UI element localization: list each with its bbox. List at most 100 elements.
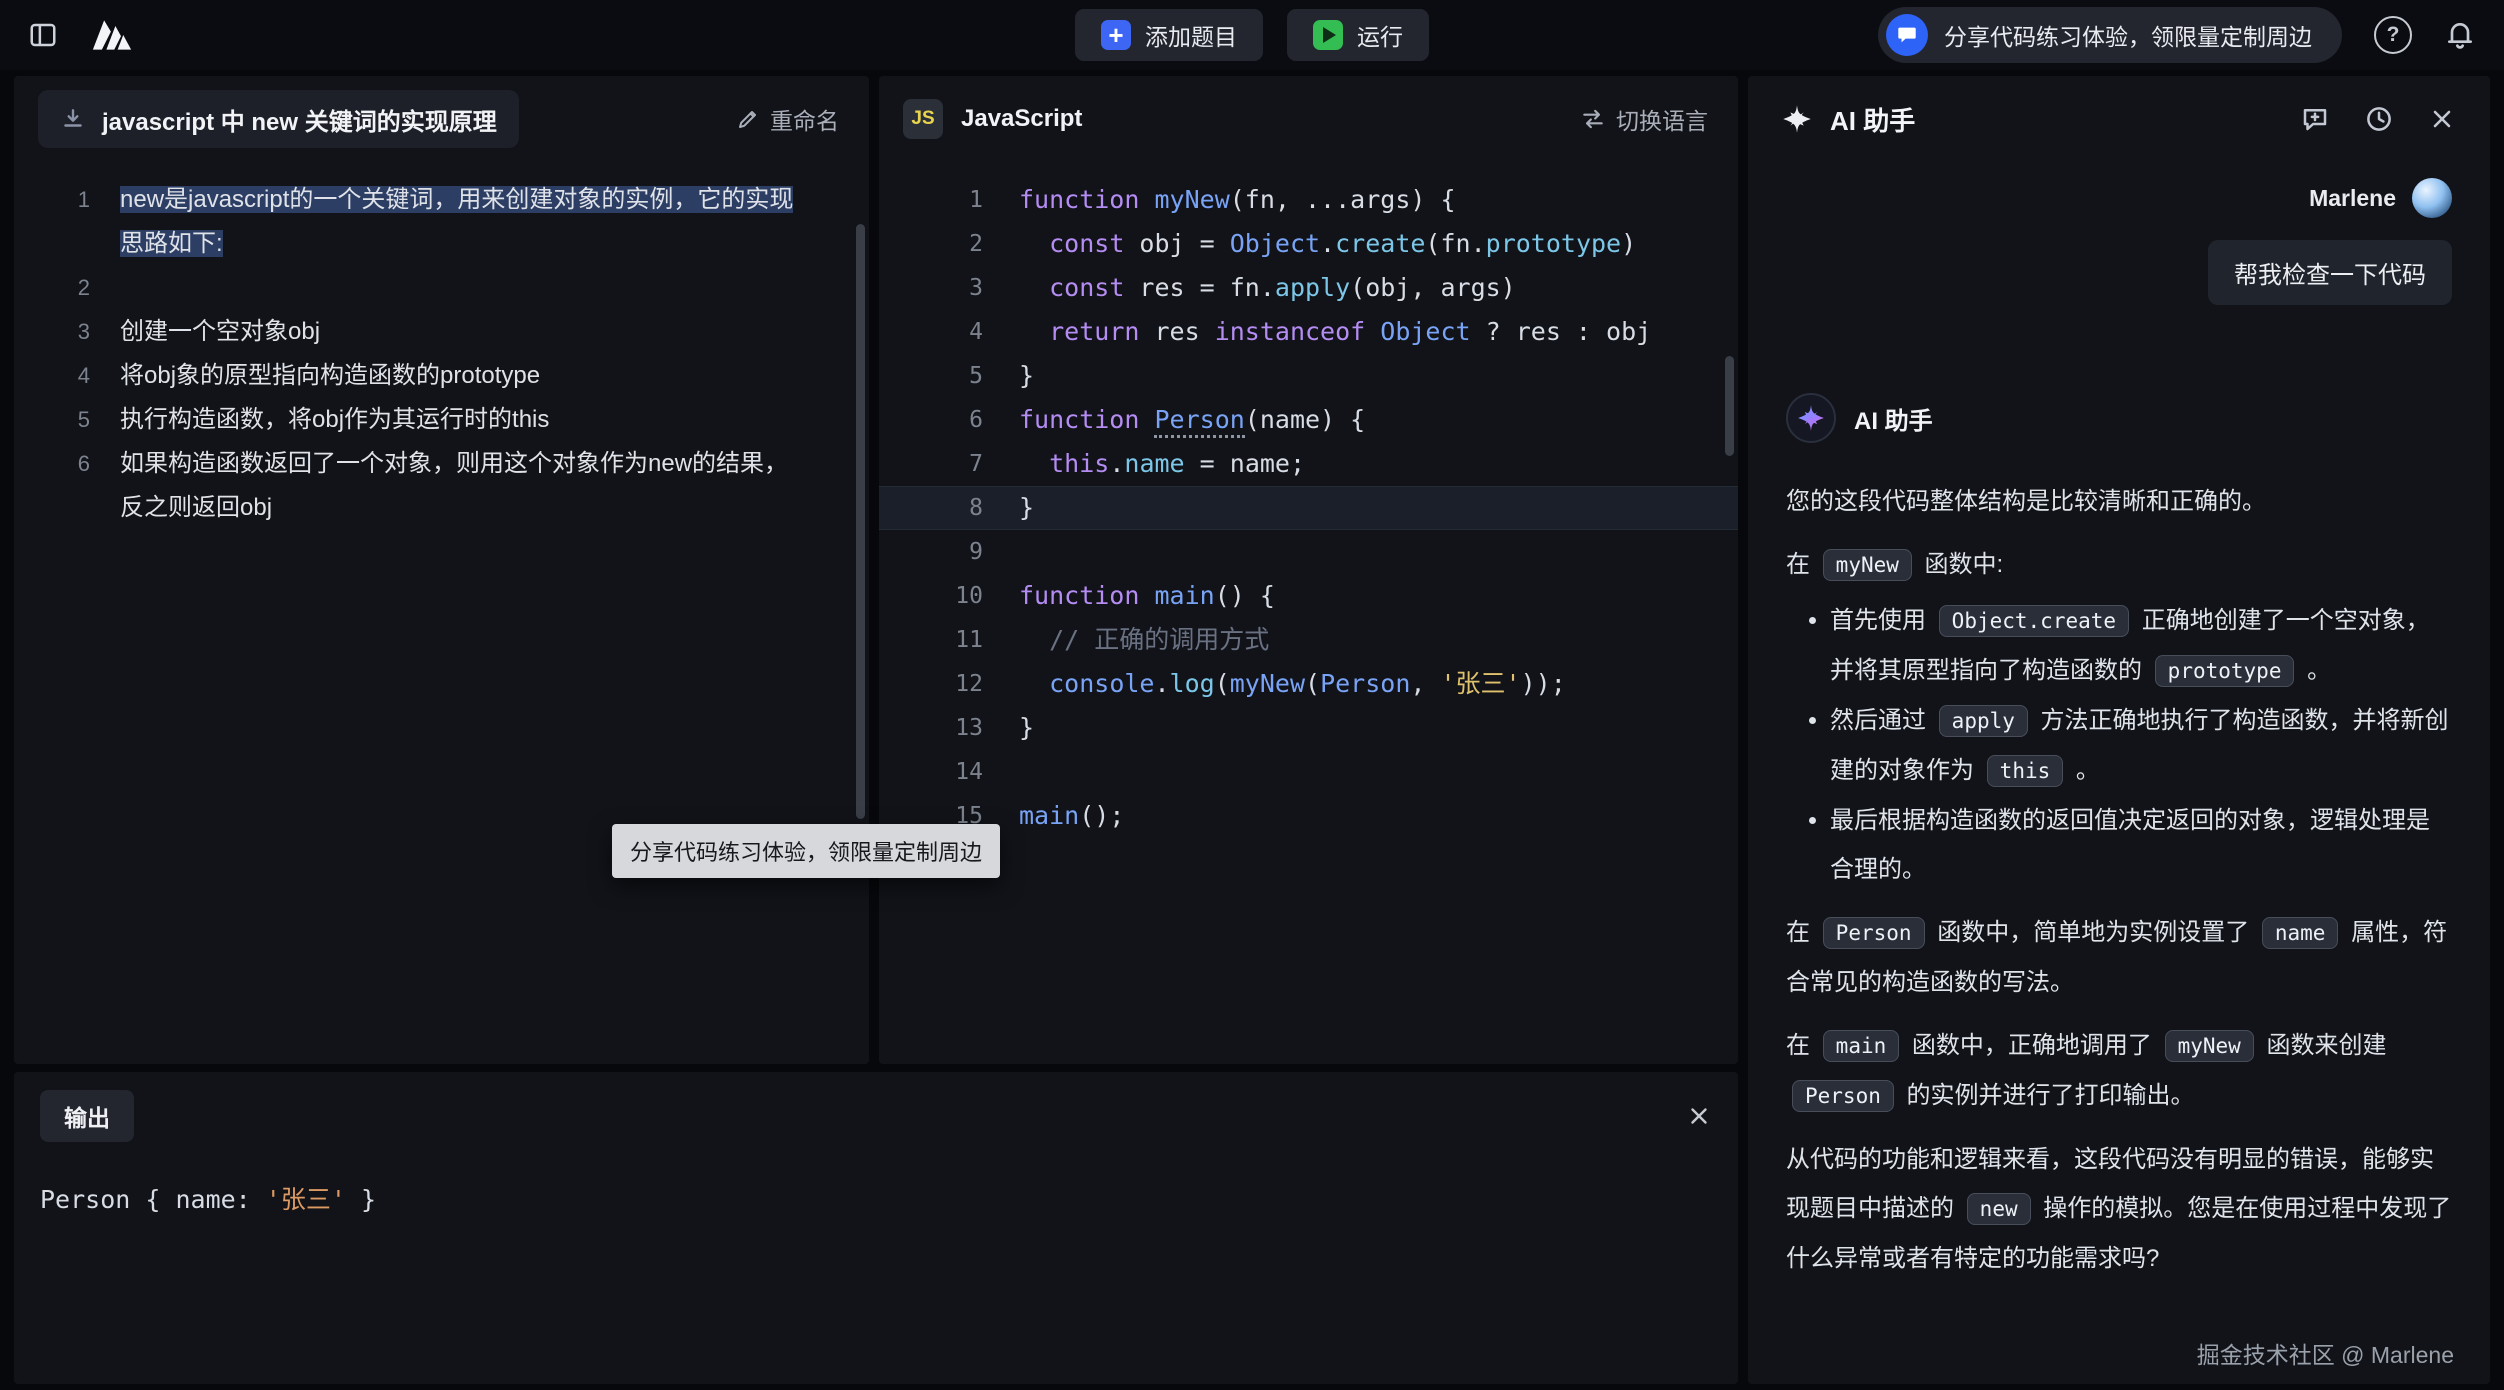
code-line[interactable]: 8} [879, 486, 1738, 530]
history-button[interactable] [2364, 104, 2394, 134]
topbar: + 添加题目 运行 分享代码练习体验，领限量定制周边 ? [0, 0, 2504, 70]
output-token: '张三' [266, 1185, 346, 1214]
problem-line[interactable]: 2 [14, 266, 869, 310]
code-token: create [1335, 229, 1425, 258]
problem-line-number: 1 [14, 178, 120, 222]
code-token: const [1049, 229, 1124, 258]
ai-panel-close-button[interactable] [2428, 105, 2456, 133]
code-line-number: 13 [879, 706, 1019, 750]
code-line[interactable]: 2 const obj = Object.create(fn.prototype… [879, 222, 1738, 266]
code-token: ( [1305, 669, 1320, 698]
code-line-content: console.log(myNew(Person, '张三')); [1019, 662, 1738, 706]
problem-line-content: new是javascript的一个关键词，用来创建对象的实例，它的实现思路如下: [120, 186, 793, 257]
javascript-badge-icon: JS [903, 99, 943, 139]
output-tab[interactable]: 输出 [40, 1090, 134, 1142]
inline-code: myNew [2165, 1030, 2254, 1062]
problem-line-text: 将obj象的原型指向构造函数的prototype [120, 354, 869, 398]
problem-line[interactable]: 4将obj象的原型指向构造函数的prototype [14, 354, 869, 398]
problem-line[interactable]: 3创建一个空对象obj [14, 310, 869, 354]
inline-code: prototype [2155, 655, 2295, 687]
panel-layout-icon [28, 20, 58, 50]
problem-line-content: 创建一个空对象obj [120, 318, 320, 345]
app-logo[interactable] [88, 17, 136, 53]
add-question-button[interactable]: + 添加题目 [1075, 9, 1263, 61]
problem-line[interactable]: 1new是javascript的一个关键词，用来创建对象的实例，它的实现思路如下… [14, 178, 869, 266]
code-line[interactable]: 7 this.name = name; [879, 442, 1738, 486]
run-label: 运行 [1357, 18, 1403, 52]
code-lines: 1function myNew(fn, ...args) {2 const ob… [879, 162, 1738, 1064]
ai-assistant-label: AI 助手 [1854, 401, 1933, 436]
problem-line-number: 3 [14, 310, 120, 354]
output-label: 输出 [64, 1099, 110, 1133]
code-line[interactable]: 13} [879, 706, 1738, 750]
rename-button[interactable]: 重命名 [730, 101, 845, 137]
user-avatar[interactable] [2412, 178, 2452, 218]
ai-paragraph: 您的这段代码整体结构是比较清晰和正确的。 [1786, 477, 2452, 526]
problem-line-number: 6 [14, 442, 120, 486]
editor-scrollbar[interactable] [1725, 356, 1734, 456]
inline-code: new [1967, 1193, 2031, 1225]
problem-line[interactable]: 5执行构造函数，将obj作为其运行时的this [14, 398, 869, 442]
code-line-number: 9 [879, 530, 1019, 574]
code-line[interactable]: 9 [879, 530, 1738, 574]
code-token: // 正确的调用方式 [1049, 625, 1269, 654]
inline-code: Person [1792, 1080, 1894, 1112]
code-line-content: } [1019, 486, 1738, 530]
code-token: } [1019, 713, 1034, 742]
code-token: (name) { [1245, 405, 1365, 434]
code-token: . [1154, 669, 1169, 698]
code-line-number: 1 [879, 178, 1019, 222]
code-line-content: } [1019, 354, 1738, 398]
code-line-number: 5 [879, 354, 1019, 398]
code-token: res [1139, 317, 1214, 346]
run-button[interactable]: 运行 [1287, 9, 1429, 61]
code-line-number: 8 [879, 486, 1019, 530]
problem-scrollbar[interactable] [856, 224, 865, 819]
code-token [1365, 317, 1380, 346]
code-token: res = fn. [1124, 273, 1275, 302]
code-line[interactable]: 14 [879, 750, 1738, 794]
code-token: Object [1380, 317, 1470, 346]
ai-paragraph: 在 Person 函数中，简单地为实例设置了 name 属性，符合常见的构造函数… [1786, 908, 2452, 1007]
inline-code: apply [1939, 705, 2028, 737]
new-chat-icon [2300, 104, 2330, 134]
code-token: . [1320, 229, 1335, 258]
problem-line[interactable]: 6如果构造函数返回了一个对象，则用这个对象作为new的结果，反之则返回obj [14, 442, 869, 530]
output-token: } [346, 1185, 376, 1214]
help-button[interactable]: ? [2374, 16, 2412, 54]
code-token: function [1019, 581, 1139, 610]
output-token: Person { name: [40, 1185, 266, 1214]
code-line[interactable]: 5} [879, 354, 1738, 398]
code-line[interactable]: 10function main() { [879, 574, 1738, 618]
output-close-button[interactable] [1686, 1103, 1712, 1129]
sidebar-toggle-button[interactable] [28, 20, 58, 50]
code-line[interactable]: 12 console.log(myNew(Person, '张三')); [879, 662, 1738, 706]
problem-title-tab[interactable]: javascript 中 new 关键词的实现原理 [38, 90, 519, 148]
problem-lines: 1new是javascript的一个关键词，用来创建对象的实例，它的实现思路如下… [14, 162, 869, 1064]
code-token [1139, 185, 1154, 214]
code-token [1019, 317, 1049, 346]
pencil-icon [736, 107, 760, 131]
new-conversation-button[interactable] [2300, 104, 2330, 134]
code-line[interactable]: 15main(); [879, 794, 1738, 838]
code-line-content [1019, 750, 1738, 794]
code-token [1139, 581, 1154, 610]
plus-icon: + [1101, 20, 1131, 50]
code-line[interactable]: 6function Person(name) { [879, 398, 1738, 442]
code-line[interactable]: 3 const res = fn.apply(obj, args) [879, 266, 1738, 310]
rename-label: 重命名 [770, 102, 839, 136]
inline-code: main [1823, 1030, 1900, 1062]
switch-language-button[interactable]: 切换语言 [1574, 101, 1714, 137]
code-line-number: 4 [879, 310, 1019, 354]
code-line[interactable]: 4 return res instanceof Object ? res : o… [879, 310, 1738, 354]
share-campaign-pill[interactable]: 分享代码练习体验，领限量定制周边 [1878, 7, 2342, 63]
add-question-label: 添加题目 [1145, 18, 1237, 52]
user-name: Marlene [2309, 185, 2396, 212]
problem-line-text: 执行构造函数，将obj作为其运行时的this [120, 398, 869, 442]
code-line[interactable]: 11 // 正确的调用方式 [879, 618, 1738, 662]
notifications-button[interactable] [2444, 19, 2476, 51]
code-token: = name; [1185, 449, 1305, 478]
code-line[interactable]: 1function myNew(fn, ...args) { [879, 178, 1738, 222]
code-line-number: 14 [879, 750, 1019, 794]
code-token: this [1049, 449, 1109, 478]
